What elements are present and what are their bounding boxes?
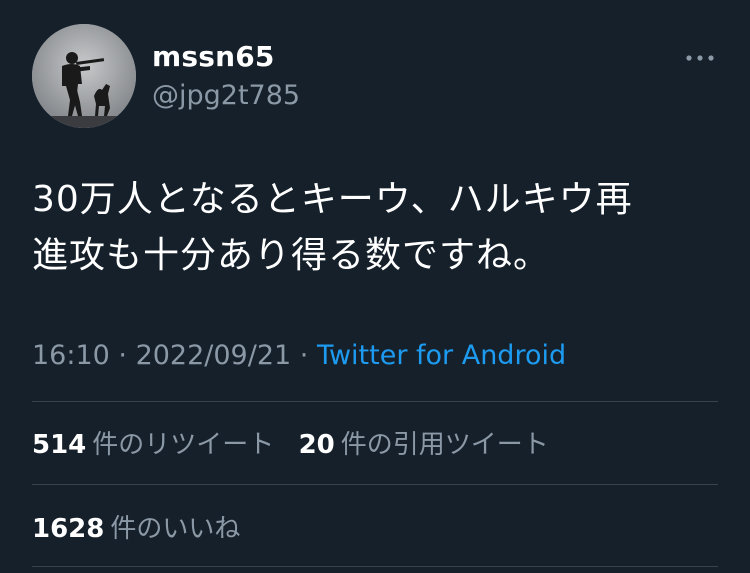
- more-options-button[interactable]: [680, 44, 720, 72]
- retweets-count: 514: [32, 430, 87, 460]
- user-handle[interactable]: @jpg2t785: [152, 80, 300, 111]
- quote-tweets-stat[interactable]: 20 件の引用ツイート: [299, 424, 549, 461]
- avatar[interactable]: [32, 24, 136, 128]
- display-name[interactable]: mssn65: [152, 40, 275, 73]
- divider: [32, 401, 718, 402]
- tweet-text-line: 進攻も十分あり得る数ですね。: [32, 235, 551, 276]
- avatar-silhouette: [32, 24, 136, 128]
- retweets-label: 件のリツイート: [92, 430, 275, 460]
- tweet-text-line: 30万人となるとキーウ、ハルキウ再: [32, 179, 633, 220]
- quote-tweets-label: 件の引用ツイート: [340, 430, 549, 460]
- likes-label: 件のいいね: [110, 514, 241, 544]
- stats-row-likes: 1628 件のいいね: [32, 508, 256, 545]
- divider: [32, 484, 718, 485]
- tweet-meta: 16:10 · 2022/09/21 · Twitter for Android: [32, 340, 566, 371]
- likes-stat[interactable]: 1628 件のいいね: [32, 508, 240, 545]
- quote-tweets-count: 20: [298, 430, 335, 460]
- divider: [32, 566, 718, 567]
- retweets-stat[interactable]: 514 件のリツイート: [32, 424, 274, 461]
- tweet-time[interactable]: 16:10: [32, 340, 110, 371]
- tweet-date[interactable]: 2022/09/21: [136, 340, 292, 371]
- likes-count: 1628: [32, 514, 105, 544]
- tweet-text: 30万人となるとキーウ、ハルキウ再 進攻も十分あり得る数ですね。: [32, 172, 722, 284]
- more-horizontal-icon: [686, 55, 714, 61]
- meta-separator: ·: [291, 340, 317, 371]
- meta-separator: ·: [109, 340, 136, 371]
- tweet-source-link[interactable]: Twitter for Android: [317, 340, 566, 371]
- tweet-detail: mssn65 @jpg2t785 30万人となるとキーウ、ハルキウ再 進攻も十分…: [0, 0, 750, 573]
- stats-row-reposts: 514 件のリツイート 20 件の引用ツイート: [32, 424, 565, 461]
